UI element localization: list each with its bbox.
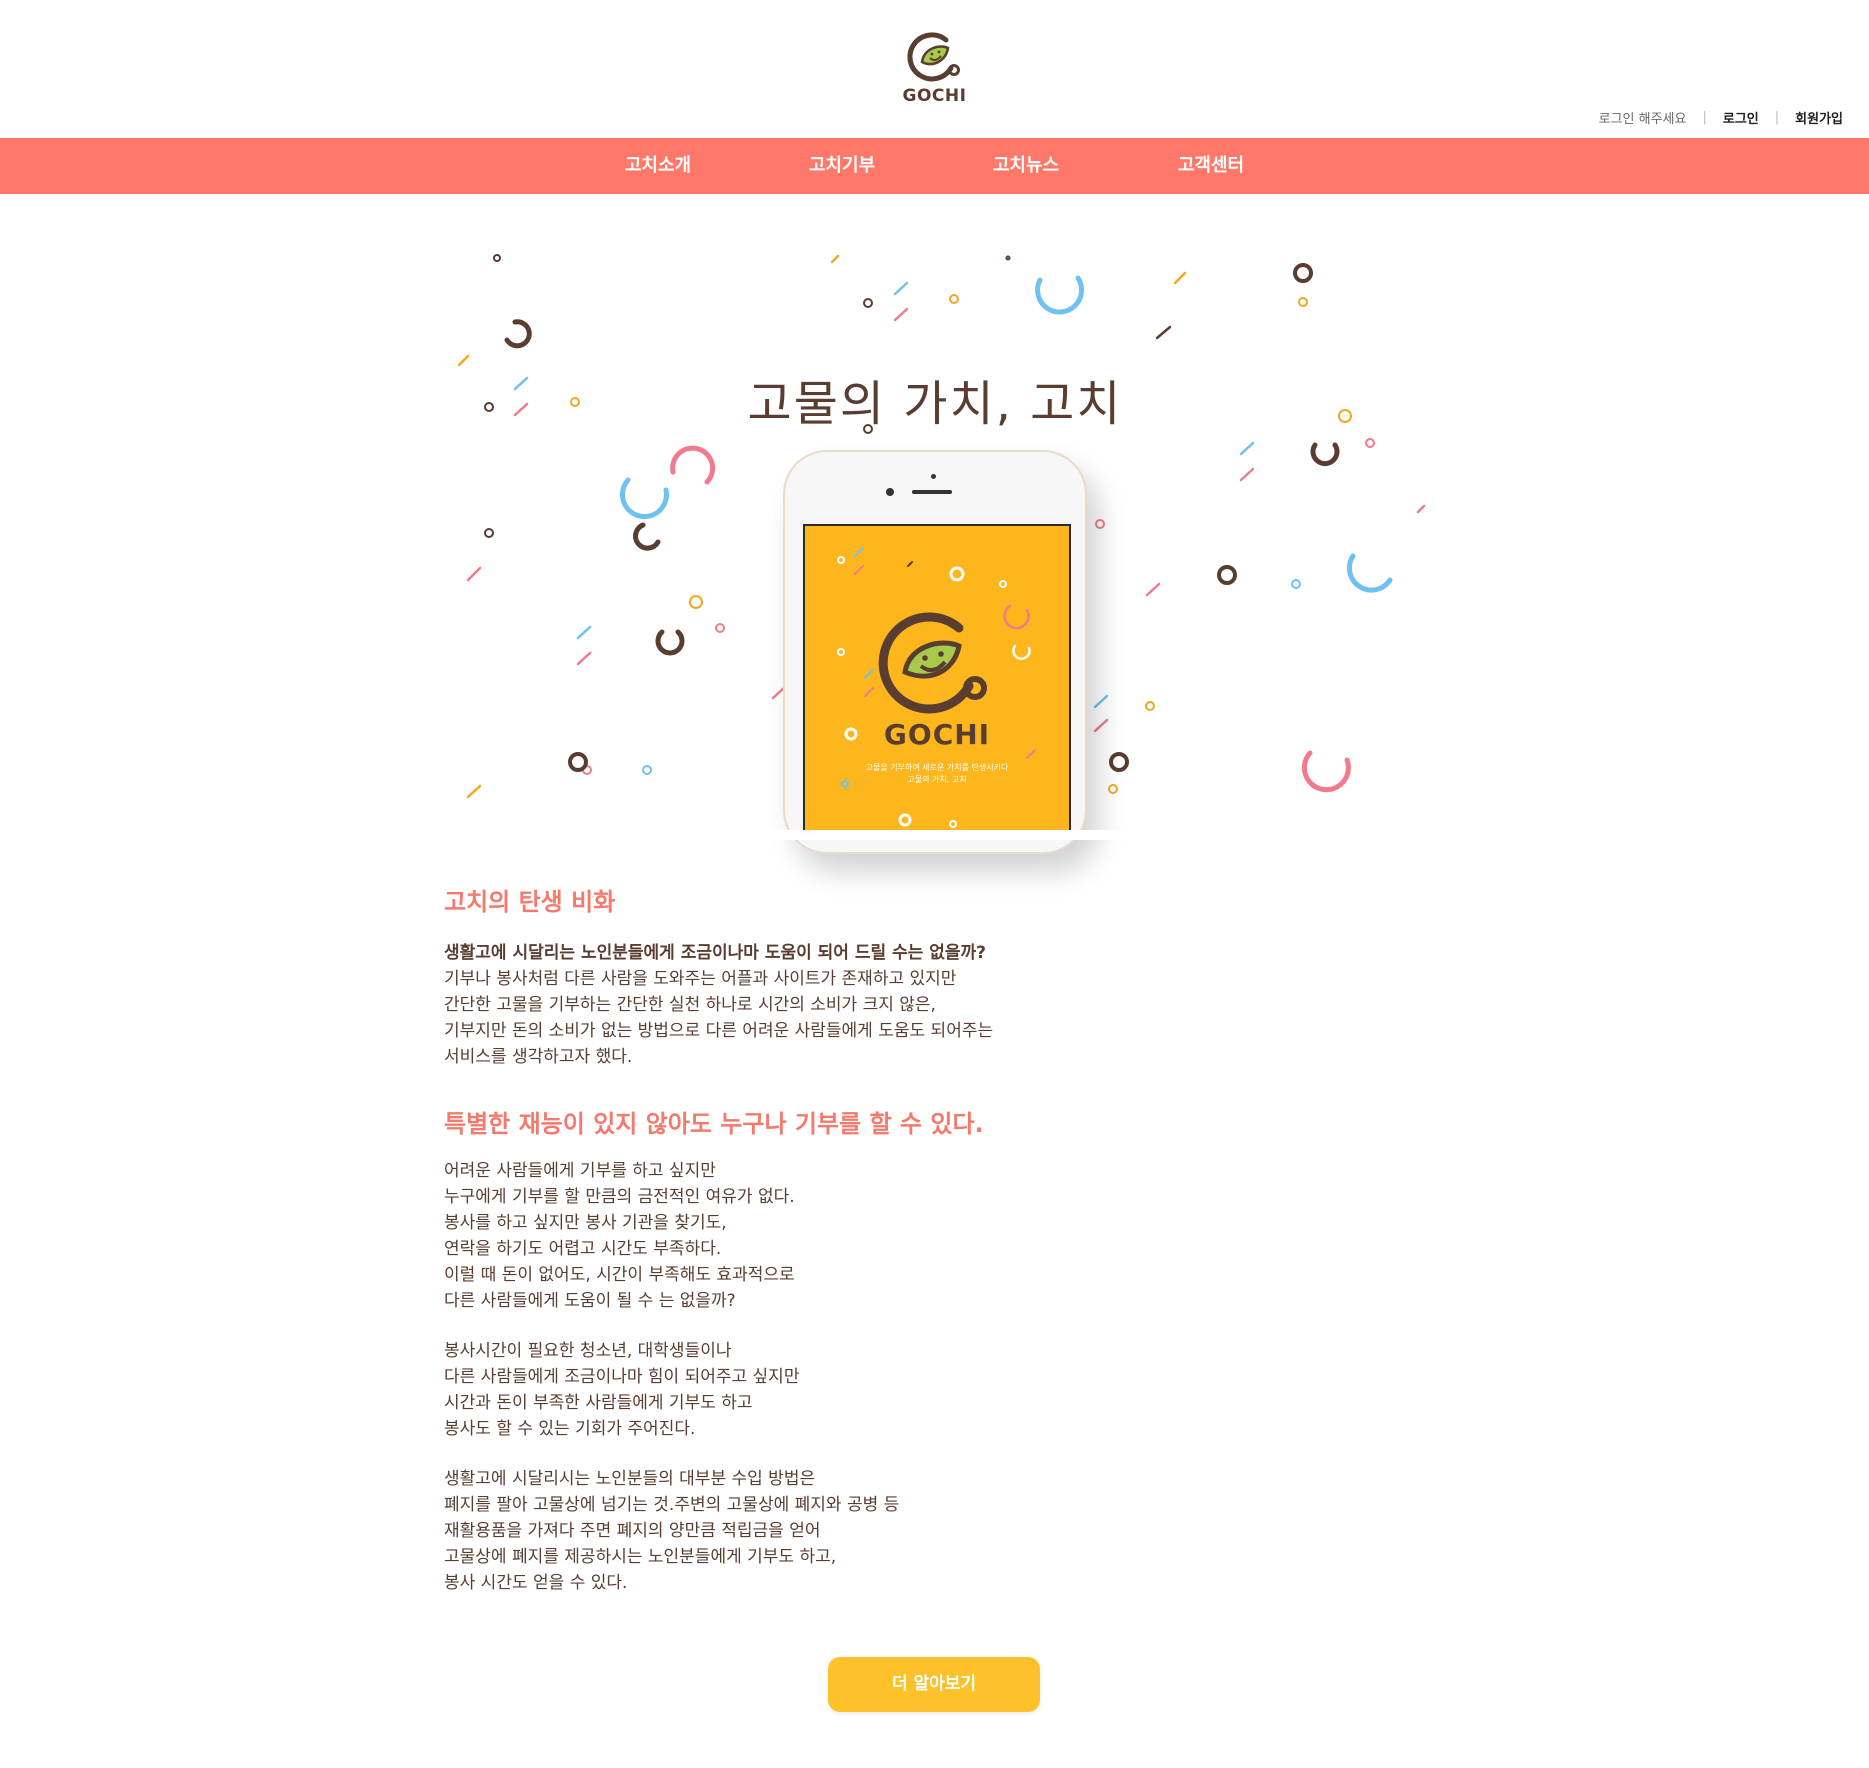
brand-name: GOCHI bbox=[902, 86, 967, 106]
section-heading-anyone: 특별한 재능이 있지 않아도 누구나 기부를 할 수 있다. bbox=[444, 1110, 984, 1138]
app-tagline: 고물을 기부하여 새로운 가치를 탄생시키다 고물의 가치, 고치 bbox=[805, 762, 1069, 786]
user-bar: 로그인 해주세요 | 로그인 | 회원가입 bbox=[1599, 108, 1843, 127]
paragraph-line: 시간과 돈이 부족한 사람들에게 기부도 하고 bbox=[444, 1393, 753, 1413]
paragraph-line: 재활용품을 가져다 주면 폐지의 양만큼 적립금을 얻어 bbox=[444, 1521, 821, 1541]
login-link[interactable]: 로그인 bbox=[1723, 108, 1759, 127]
paragraph-line: 폐지를 팔아 고물상에 넘기는 것.주변의 고물상에 폐지와 공병 등 bbox=[444, 1495, 900, 1515]
anyone-paragraph-1: 어려운 사람들에게 기부를 하고 싶지만 누구에게 기부를 할 만큼의 금전적인… bbox=[444, 1158, 795, 1314]
header-logo[interactable]: GOCHI bbox=[0, 28, 1869, 108]
nav-item-donate[interactable]: 고치기부 bbox=[772, 138, 912, 194]
paragraph-line: 서비스를 생각하고자 했다. bbox=[444, 1047, 633, 1067]
phone-sensor bbox=[931, 474, 936, 479]
paragraph-line: 봉사 시간도 얻을 수 있다. bbox=[444, 1573, 628, 1593]
phone-body: GOCHI 고물을 기부하여 새로운 가치를 탄생시키다 고물의 가치, 고치 bbox=[783, 450, 1087, 854]
paragraph-line: 다른 사람들에게 도움이 될 수 는 없을까? bbox=[444, 1291, 736, 1311]
app-tagline-line: 고물의 가치, 고치 bbox=[907, 775, 967, 784]
origin-lead: 생활고에 시달리는 노인분들에게 조금이나마 도움이 되어 드릴 수는 없을까? bbox=[444, 943, 987, 963]
paragraph-line: 봉사시간이 필요한 청소년, 대학생들이나 bbox=[444, 1341, 732, 1361]
hero-title: 고물의 가치, 고치 bbox=[747, 376, 1123, 433]
app-splash-screen: GOCHI 고물을 기부하여 새로운 가치를 탄생시키다 고물의 가치, 고치 bbox=[803, 524, 1071, 834]
phone-speaker bbox=[912, 490, 952, 494]
paragraph-line: 이럴 때 돈이 없어도, 시간이 부족해도 효과적으로 bbox=[444, 1265, 795, 1285]
paragraph-line: 생활고에 시달리시는 노인분들의 대부분 수입 방법은 bbox=[444, 1469, 816, 1489]
anyone-paragraph-3: 생활고에 시달리시는 노인분들의 대부분 수입 방법은 폐지를 팔아 고물상에 … bbox=[444, 1466, 899, 1596]
separator: | bbox=[1774, 110, 1780, 125]
anyone-paragraph-2: 봉사시간이 필요한 청소년, 대학생들이나 다른 사람들에게 조금이나마 힘이 … bbox=[444, 1338, 799, 1442]
app-logo-icon bbox=[878, 612, 987, 714]
paragraph-line: 간단한 고물을 기부하는 간단한 실천 하나로 시간의 소비가 크지 않은, bbox=[444, 995, 936, 1015]
paragraph-line: 다른 사람들에게 조금이나마 힘이 되어주고 싶지만 bbox=[444, 1367, 800, 1387]
main-nav: 고치소개 고치기부 고치뉴스 고객센터 bbox=[0, 138, 1869, 194]
hero-bottom-edge bbox=[430, 830, 1440, 840]
paragraph-line: 연락을 하기도 어렵고 시간도 부족하다. bbox=[444, 1239, 722, 1259]
nav-item-about[interactable]: 고치소개 bbox=[588, 138, 728, 194]
phone-camera bbox=[886, 488, 894, 496]
app-brand-name: GOCHI bbox=[883, 718, 991, 751]
separator: | bbox=[1702, 110, 1707, 125]
paragraph-line: 기부나 봉사처럼 다른 사람을 도와주는 어플과 사이트가 존재하고 있지만 bbox=[444, 969, 957, 989]
gochi-logo-icon bbox=[906, 32, 960, 82]
login-prompt: 로그인 해주세요 bbox=[1598, 112, 1687, 127]
paragraph-line: 어려운 사람들에게 기부를 하고 싶지만 bbox=[444, 1161, 716, 1181]
origin-paragraph: 생활고에 시달리는 노인분들에게 조금이나마 도움이 되어 드릴 수는 없을까?… bbox=[444, 940, 993, 1070]
paragraph-line: 고물상에 폐지를 제공하시는 노인분들에게 기부도 하고, bbox=[444, 1547, 837, 1567]
signup-link[interactable]: 회원가입 bbox=[1795, 108, 1843, 127]
nav-item-news[interactable]: 고치뉴스 bbox=[956, 138, 1096, 194]
paragraph-line: 누구에게 기부를 할 만큼의 금전적인 여유가 없다. bbox=[444, 1187, 795, 1207]
app-tagline-line: 고물을 기부하여 새로운 가치를 탄생시키다 bbox=[865, 763, 1009, 772]
hero-section: 고물의 가치, 고치 GOCHI 고물을 기부하여 새로운 가치를 탄생시키다 … bbox=[430, 250, 1440, 854]
learn-more-button[interactable]: 더 알아보기 bbox=[828, 1657, 1040, 1712]
phone-mockup: GOCHI 고물을 기부하여 새로운 가치를 탄생시키다 고물의 가치, 고치 bbox=[783, 450, 1087, 854]
paragraph-line: 기부지만 돈의 소비가 없는 방법으로 다른 어려운 사람들에게 도움도 되어주… bbox=[444, 1021, 994, 1041]
nav-item-support[interactable]: 고객센터 bbox=[1141, 138, 1281, 194]
paragraph-line: 봉사도 할 수 있는 기회가 주어진다. bbox=[444, 1419, 696, 1439]
paragraph-line: 봉사를 하고 싶지만 봉사 기관을 찾기도, bbox=[444, 1213, 727, 1233]
section-heading-origin: 고치의 탄생 비화 bbox=[444, 888, 616, 916]
